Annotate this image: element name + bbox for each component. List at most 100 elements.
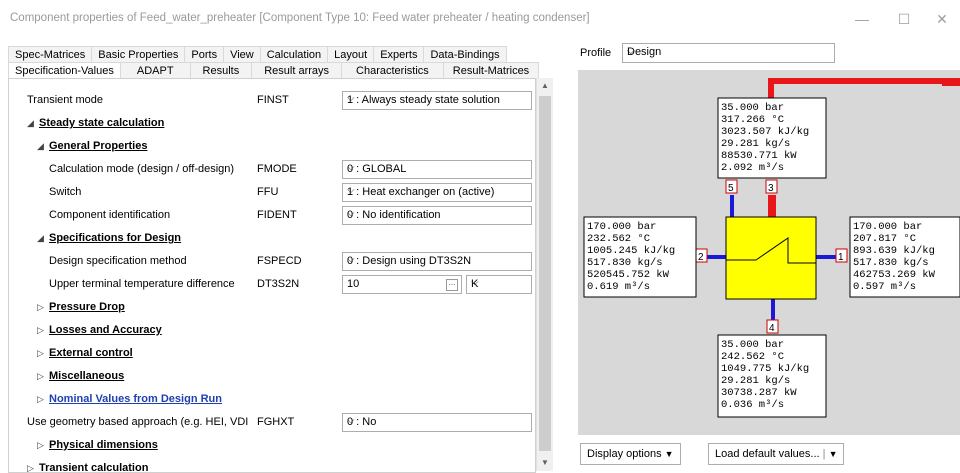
code-ffu: FFU xyxy=(257,186,279,198)
code-dt3s2n: DT3S2N xyxy=(257,278,300,290)
pipe-port-2 xyxy=(707,255,727,259)
right-enthalpy: 893.639 kJ/kg xyxy=(853,245,935,257)
pipe-port-5 xyxy=(730,195,734,217)
property-grid: Transient mode FINST 1 : Always steady s… xyxy=(8,78,536,473)
expand-triangle-icon: ▷ xyxy=(37,440,44,450)
scroll-down-icon[interactable]: ▼ xyxy=(537,455,553,471)
section-steady-state[interactable]: ◢ Steady state calculation xyxy=(9,112,535,135)
section-general-label: General Properties xyxy=(49,140,148,152)
bottom-mass-flow: 29.281 kg/s xyxy=(721,375,790,387)
comp-id-select[interactable]: 0 : No identification ⌵ xyxy=(342,206,532,225)
pipe-port-3 xyxy=(768,195,776,217)
top-temperature: 317.266 °C xyxy=(721,114,784,126)
display-options-label: Display options xyxy=(587,448,662,460)
design-method-select[interactable]: 0 : Design using DT3S2N ⌵ xyxy=(342,252,532,271)
pipe-port-4 xyxy=(771,299,775,321)
caret-down-icon[interactable]: ▼ xyxy=(829,449,838,459)
section-external[interactable]: ▷ External control xyxy=(9,342,535,365)
section-pressure-drop[interactable]: ▷ Pressure Drop xyxy=(9,296,535,319)
section-spec-design-label: Specifications for Design xyxy=(49,232,182,244)
minimize-button[interactable]: — xyxy=(842,6,882,32)
geometry-select[interactable]: 0 : No ⌵ xyxy=(342,413,532,432)
section-pressure-drop-label: Pressure Drop xyxy=(49,301,125,313)
port-5-label: 5 xyxy=(728,183,734,194)
window-title: Component properties of Feed_water_prehe… xyxy=(10,12,590,24)
right-mass-flow: 517.830 kg/s xyxy=(853,257,929,269)
row-calc-mode: Calculation mode (design / off-design) F… xyxy=(9,158,535,181)
chevron-down-icon: ⌵ xyxy=(347,185,355,196)
section-general-properties[interactable]: ◢ General Properties xyxy=(9,135,535,158)
code-fident: FIDENT xyxy=(257,209,297,221)
profile-label: Profile xyxy=(580,47,612,59)
section-physical[interactable]: ▷ Physical dimensions xyxy=(9,434,535,457)
expand-triangle-icon: ▷ xyxy=(37,302,44,312)
label-geometry: Use geometry based approach (e.g. HEI, V… xyxy=(27,416,249,428)
row-transient-mode: Transient mode FINST 1 : Always steady s… xyxy=(9,89,535,112)
right-temperature: 207.817 °C xyxy=(853,233,916,245)
calc-mode-select[interactable]: 0 : GLOBAL ⌵ xyxy=(342,160,532,179)
collapse-triangle-icon: ◢ xyxy=(27,118,34,128)
title-bar: Component properties of Feed_water_prehe… xyxy=(0,0,960,38)
unit-select[interactable]: K ⌵ xyxy=(466,275,532,294)
code-fmode: FMODE xyxy=(257,163,297,175)
label-comp-id: Component identification xyxy=(49,209,171,221)
section-spec-design[interactable]: ◢ Specifications for Design xyxy=(9,227,535,250)
profile-select[interactable]: Design ⌵ xyxy=(622,43,835,63)
chevron-down-icon: ⌵ xyxy=(347,254,355,265)
upper-ttd-value: 10 xyxy=(347,278,360,290)
section-losses[interactable]: ▷ Losses and Accuracy xyxy=(9,319,535,342)
diagram-canvas: 5 3 2 1 4 35.000 bar 317.266 °C 3023.507… xyxy=(583,78,960,418)
close-button[interactable]: ✕ xyxy=(922,6,960,32)
label-calc-mode: Calculation mode (design / off-design) xyxy=(49,163,235,175)
code-fghxt: FGHXT xyxy=(257,416,295,428)
right-power: 462753.269 kW xyxy=(853,269,936,281)
top-value-box: 35.000 bar 317.266 °C 3023.507 kJ/kg 29.… xyxy=(717,97,827,179)
display-options-button[interactable]: Display options ▼ xyxy=(580,443,681,465)
maximize-button[interactable]: ☐ xyxy=(884,6,924,32)
expand-triangle-icon: ▷ xyxy=(37,371,44,381)
left-pressure: 170.000 bar xyxy=(587,221,656,233)
ellipsis-button[interactable]: … xyxy=(446,279,458,291)
section-misc[interactable]: ▷ Miscellaneous xyxy=(9,365,535,388)
bottom-power: 30738.287 kW xyxy=(721,387,797,399)
scroll-thumb[interactable] xyxy=(539,96,551,451)
section-physical-label: Physical dimensions xyxy=(49,439,158,451)
load-defaults-label: Load default values... xyxy=(715,448,820,460)
bottom-temperature: 242.562 °C xyxy=(721,351,784,363)
label-transient-mode: Transient mode xyxy=(27,94,104,106)
expand-triangle-icon: ▷ xyxy=(37,348,44,358)
load-defaults-button[interactable]: Load default values... | ▼ xyxy=(708,443,845,465)
left-power: 520545.752 kW xyxy=(587,269,670,281)
chevron-down-icon: ⌵ xyxy=(347,208,355,219)
collapse-triangle-icon: ◢ xyxy=(37,141,44,151)
chevron-down-icon: ⌵ xyxy=(347,162,355,173)
heat-exchanger-body xyxy=(725,216,817,300)
label-switch: Switch xyxy=(49,186,82,198)
right-volume-flow: 0.597 m³/s xyxy=(853,281,916,293)
chevron-down-icon: ⌵ xyxy=(347,93,355,104)
transient-mode-select[interactable]: 1 : Always steady state solution ⌵ xyxy=(342,91,532,110)
left-temperature: 232.562 °C xyxy=(587,233,650,245)
section-nominal[interactable]: ▷ Nominal Values from Design Run xyxy=(9,388,535,411)
left-enthalpy: 1005.245 kJ/kg xyxy=(587,245,675,257)
upper-ttd-input[interactable]: 10 … xyxy=(342,275,462,294)
port-3-label: 3 xyxy=(768,183,774,194)
top-volume-flow: 2.092 m³/s xyxy=(721,162,784,174)
section-external-label: External control xyxy=(49,347,133,359)
chevron-down-icon: ⌵ xyxy=(471,277,479,288)
port-4-label: 4 xyxy=(769,323,775,334)
bottom-pressure: 35.000 bar xyxy=(721,339,784,351)
code-fspecd: FSPECD xyxy=(257,255,302,267)
scroll-up-icon[interactable]: ▲ xyxy=(537,78,553,94)
section-misc-label: Miscellaneous xyxy=(49,370,125,382)
section-steady-state-label: Steady state calculation xyxy=(39,117,165,129)
row-upper-ttd: Upper terminal temperature difference DT… xyxy=(9,273,535,296)
expand-triangle-icon: ▷ xyxy=(27,463,34,473)
vertical-scrollbar[interactable]: ▲ ▼ xyxy=(536,78,553,471)
section-losses-label: Losses and Accuracy xyxy=(49,324,162,336)
left-value-box: 170.000 bar 232.562 °C 1005.245 kJ/kg 51… xyxy=(583,216,697,298)
code-finst: FINST xyxy=(257,94,289,106)
label-design-method: Design specification method xyxy=(49,255,187,267)
steam-pipe-top xyxy=(768,78,950,84)
switch-select[interactable]: 1 : Heat exchanger on (active) ⌵ xyxy=(342,183,532,202)
